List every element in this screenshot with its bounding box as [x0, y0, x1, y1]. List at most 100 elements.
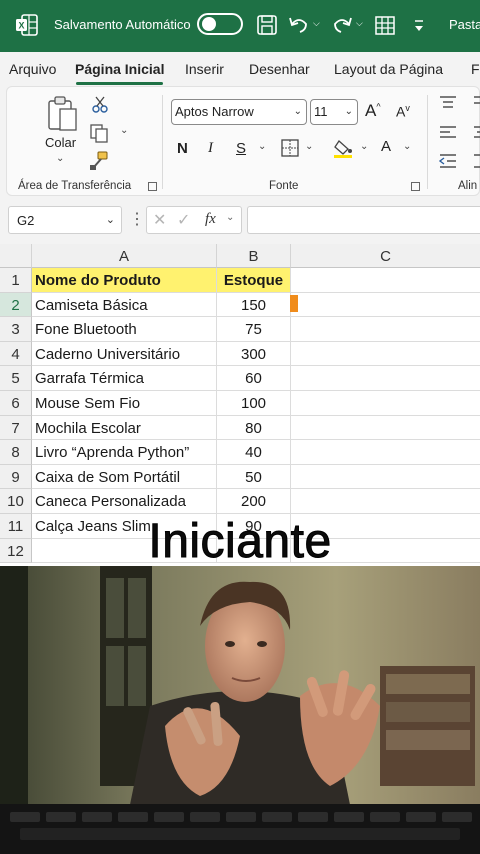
borders-caret-icon[interactable]: ⌄ — [305, 141, 313, 152]
bold-button[interactable]: N — [177, 140, 188, 157]
cell-product-name[interactable]: Garrafa Térmica — [32, 366, 217, 391]
more-options-icon[interactable]: ⋮ — [129, 209, 145, 229]
cell-product-name[interactable]: Caneca Personalizada — [32, 489, 217, 514]
row-header[interactable]: 2 — [0, 292, 32, 318]
row-header[interactable]: 1 — [0, 268, 32, 293]
copy-caret-icon[interactable]: ⌄ — [120, 125, 128, 136]
tab-arquivo[interactable]: Arquivo — [9, 61, 56, 77]
align-top-icon[interactable] — [439, 95, 457, 111]
font-family-caret-icon: ⌄ — [293, 106, 302, 117]
row-header[interactable]: 9 — [0, 464, 32, 490]
header-cell-stock[interactable]: Estoque — [217, 268, 291, 293]
align-center-icon[interactable] — [473, 125, 480, 141]
align-left-icon[interactable] — [439, 125, 457, 141]
fill-color-icon[interactable] — [333, 137, 355, 159]
alignment-group-label: Alin — [458, 180, 478, 192]
shrink-font-icon[interactable]: Av — [396, 103, 410, 120]
redo-icon[interactable] — [329, 12, 355, 38]
cell-stock[interactable]: 300 — [217, 341, 291, 367]
row-header[interactable]: 8 — [0, 440, 32, 465]
row-header[interactable]: 7 — [0, 415, 32, 441]
customize-toolbar-icon[interactable] — [406, 12, 432, 38]
borders-icon[interactable] — [281, 139, 299, 157]
cell-product-name[interactable]: Caderno Universitário — [32, 341, 217, 367]
form-icon[interactable] — [372, 12, 398, 38]
cell-stock[interactable]: 150 — [217, 292, 291, 318]
underline-button[interactable]: S — [236, 140, 246, 157]
cell-empty[interactable] — [291, 391, 480, 416]
cut-scissors-icon[interactable] — [91, 95, 109, 113]
cell-empty[interactable] — [291, 440, 480, 465]
format-painter-icon[interactable] — [89, 151, 109, 171]
toggle-knob — [202, 17, 216, 31]
cell-product-name[interactable]: Caixa de Som Portátil — [32, 464, 217, 490]
row-header[interactable]: 4 — [0, 341, 32, 367]
row-header[interactable]: 3 — [0, 317, 32, 342]
cell-stock[interactable]: 200 — [217, 489, 291, 514]
column-header-c[interactable]: C — [291, 244, 480, 268]
row-header[interactable]: 10 — [0, 489, 32, 514]
cell-empty[interactable] — [291, 268, 480, 293]
font-color-button[interactable]: A — [381, 138, 391, 155]
tab-inserir[interactable]: Inserir — [185, 61, 224, 77]
underline-caret-icon[interactable]: ⌄ — [258, 141, 266, 152]
row-header[interactable]: 6 — [0, 391, 32, 416]
italic-button[interactable]: I — [208, 140, 213, 157]
cell-empty[interactable] — [291, 317, 480, 342]
cell-product-name[interactable]: Mochila Escolar — [32, 415, 217, 441]
fill-color-caret-icon[interactable]: ⌄ — [360, 141, 368, 152]
cell-empty[interactable] — [291, 465, 480, 490]
active-tab-indicator — [76, 82, 163, 85]
cell-product-name[interactable]: Fone Bluetooth — [32, 317, 217, 342]
cell-stock[interactable]: 50 — [217, 464, 291, 490]
paste-label[interactable]: Colar — [45, 135, 76, 150]
tab-layout-da-pagina[interactable]: Layout da Página — [334, 61, 443, 77]
cell-product-name[interactable]: Camiseta Básica — [32, 292, 217, 318]
font-color-caret-icon[interactable]: ⌄ — [403, 141, 411, 152]
cell-product-name[interactable]: Mouse Sem Fio — [32, 391, 217, 416]
cell-empty[interactable] — [291, 342, 480, 367]
tab-formulas[interactable]: F — [471, 61, 480, 77]
cell-stock[interactable]: 40 — [217, 440, 291, 465]
undo-icon[interactable] — [286, 12, 312, 38]
decrease-indent-icon[interactable] — [439, 153, 457, 169]
confirm-entry-icon[interactable]: ✓ — [177, 210, 190, 230]
row-header[interactable]: 5 — [0, 366, 32, 391]
cell-empty[interactable] — [291, 293, 480, 318]
save-icon[interactable] — [254, 12, 280, 38]
paste-clipboard-icon[interactable] — [45, 95, 79, 133]
cell-stock[interactable]: 75 — [217, 317, 291, 342]
name-box[interactable]: G2 ⌄ — [8, 206, 122, 234]
cell-product-name[interactable]: Livro “Aprenda Python” — [32, 440, 217, 465]
cell-empty[interactable] — [291, 416, 480, 441]
copy-icon[interactable] — [89, 123, 111, 143]
insert-function-button[interactable]: fx — [205, 211, 216, 228]
tab-desenhar[interactable]: Desenhar — [249, 61, 310, 77]
header-cell-product-name[interactable]: Nome do Produto — [32, 268, 217, 293]
redo-caret-icon[interactable]: ⌵ — [356, 18, 363, 29]
font-dialog-launcher-icon[interactable] — [411, 182, 420, 191]
column-header-b[interactable]: B — [217, 244, 291, 268]
cell-stock[interactable]: 60 — [217, 366, 291, 391]
cell-stock[interactable]: 100 — [217, 391, 291, 416]
name-box-caret-icon[interactable]: ⌄ — [106, 213, 115, 226]
undo-caret-icon[interactable]: ⌵ — [313, 18, 320, 29]
column-header-a[interactable]: A — [32, 244, 217, 268]
insert-function-caret-icon[interactable]: ⌄ — [226, 212, 234, 223]
select-all-corner[interactable] — [0, 244, 32, 268]
increase-indent-icon[interactable] — [473, 153, 480, 169]
autosave-toggle[interactable] — [197, 13, 243, 35]
cell-stock[interactable]: 80 — [217, 415, 291, 441]
ribbon: Colar ⌄ ⌄ Área de Transferência Aptos Na… — [0, 86, 480, 198]
cell-empty[interactable] — [291, 366, 480, 391]
wrap-text-icon[interactable] — [473, 95, 480, 111]
font-size-select[interactable]: 11 ⌄ — [310, 99, 358, 125]
cell-empty[interactable] — [291, 489, 480, 514]
paste-caret-icon[interactable]: ⌄ — [56, 153, 64, 164]
grow-font-icon[interactable]: A^ — [365, 101, 381, 121]
clipboard-dialog-launcher-icon[interactable] — [148, 182, 157, 191]
cancel-entry-icon[interactable]: ✕ — [153, 210, 166, 230]
tab-pagina-inicial[interactable]: Página Inicial — [75, 61, 164, 77]
formula-input[interactable] — [247, 206, 480, 234]
font-family-select[interactable]: Aptos Narrow ⌄ — [171, 99, 307, 125]
